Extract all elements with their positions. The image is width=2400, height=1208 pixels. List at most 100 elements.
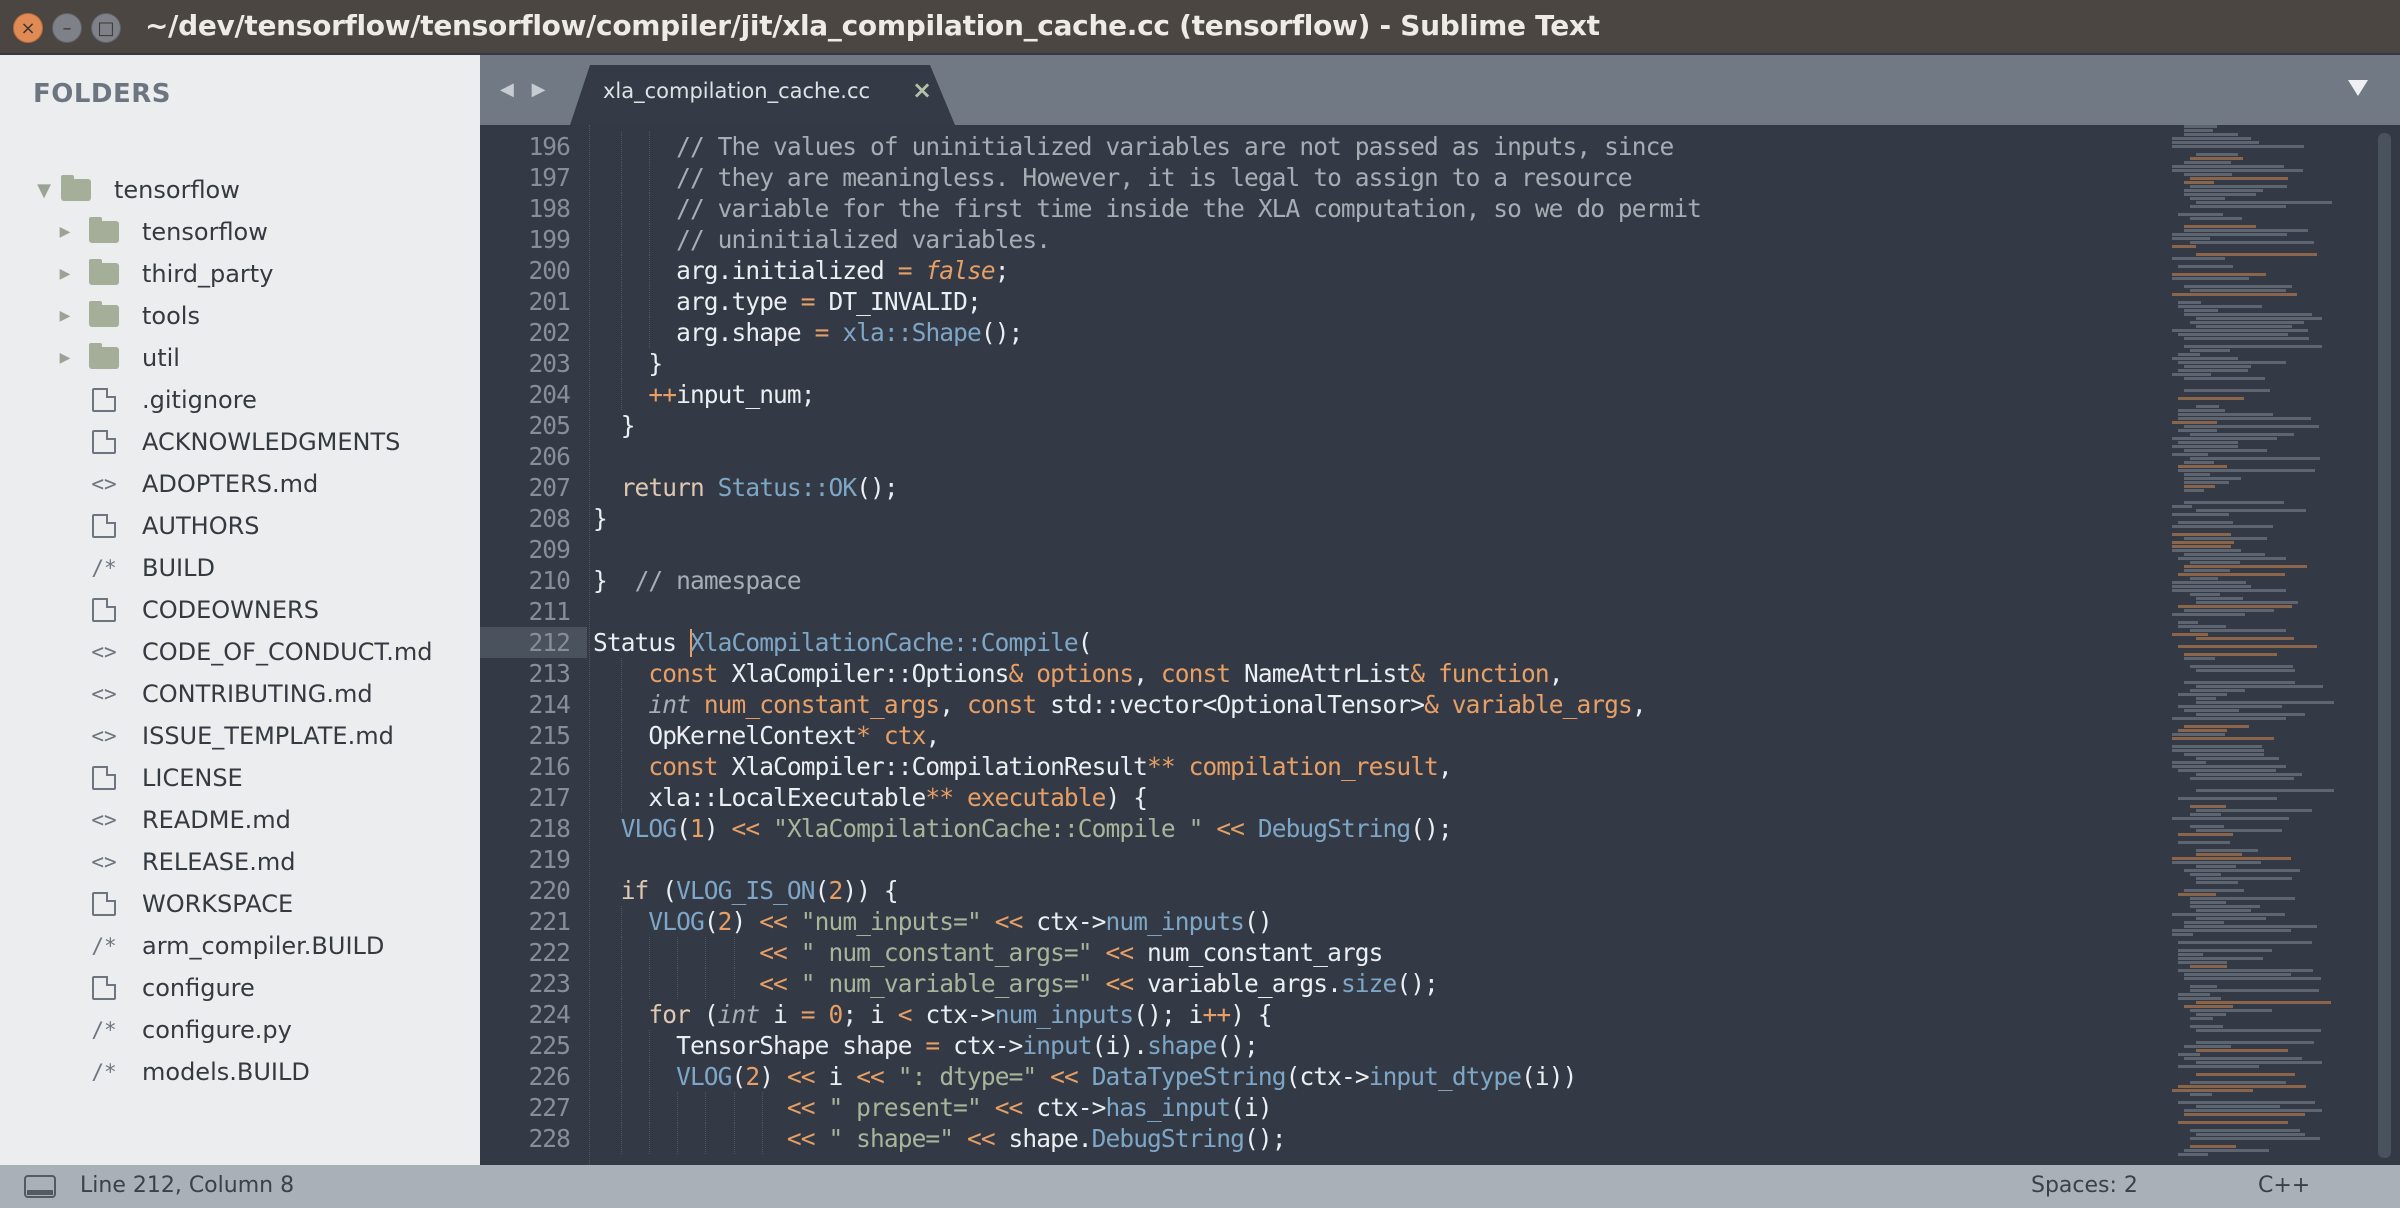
tree-item[interactable]: <> README.md — [86, 799, 291, 841]
code-line[interactable]: 208} — [480, 503, 2180, 534]
tree-item[interactable]: ▶ util — [58, 337, 180, 379]
minimap-line — [2190, 873, 2221, 876]
code-token: (ctx-> — [1285, 1062, 1370, 1091]
tree-root-tensorflow[interactable]: ▼ tensorflow — [30, 169, 240, 211]
code-line[interactable]: 222 << " num_constant_args=" << num_cons… — [480, 937, 2180, 968]
tree-item[interactable]: CODEOWNERS — [86, 589, 319, 631]
tree-item[interactable]: <> CONTRIBUTING.md — [86, 673, 372, 715]
indent-guide — [649, 224, 651, 255]
collapsed-arrow-icon[interactable]: ▶ — [58, 308, 72, 324]
code-line[interactable]: 214 int num_constant_args, const std::ve… — [480, 689, 2180, 720]
code-line[interactable]: 209 — [480, 534, 2180, 565]
minimap-line — [2178, 705, 2282, 708]
tree-item[interactable]: ▶ tensorflow — [58, 211, 268, 253]
code-line[interactable]: 199 // uninitialized variables. — [480, 224, 2180, 255]
code-line[interactable]: 224 for (int i = 0; i < ctx->num_inputs(… — [480, 999, 2180, 1030]
tab-nav-arrows-icon[interactable]: ◀ ▶ — [500, 79, 551, 100]
code-line[interactable]: 207 return Status::OK(); — [480, 472, 2180, 503]
minimap-line — [2190, 1017, 2213, 1020]
code-line[interactable]: 228 << " shape=" << shape.DebugString(); — [480, 1123, 2180, 1154]
code-token: , — [925, 721, 940, 750]
tree-item-label: tensorflow — [142, 218, 268, 246]
code-line[interactable]: 221 VLOG(2) << "num_inputs=" << ctx->num… — [480, 906, 2180, 937]
code-line[interactable]: 225 TensorShape shape = ctx->input(i).sh… — [480, 1030, 2180, 1061]
code-token: if — [620, 876, 650, 905]
code-text: arg.initialized = false; — [593, 255, 1009, 286]
minimap-line — [2178, 645, 2317, 648]
code-line[interactable]: 217 xla::LocalExecutable** executable) { — [480, 782, 2180, 813]
minimap[interactable] — [2160, 125, 2390, 1165]
code-token: arg.type — [676, 287, 801, 316]
code-token: << — [759, 938, 788, 967]
code-line[interactable]: 227 << " present=" << ctx->has_input(i) — [480, 1092, 2180, 1123]
panel-toggle-icon[interactable] — [24, 1175, 56, 1198]
window-maximize-button[interactable]: □ — [91, 13, 121, 43]
minimap-line — [2172, 613, 2245, 616]
tree-item[interactable]: AUTHORS — [86, 505, 260, 547]
minimap-line — [2190, 241, 2314, 244]
code-line[interactable]: 220 if (VLOG_IS_ON(2)) { — [480, 875, 2180, 906]
tree-item[interactable]: /* BUILD — [86, 547, 215, 589]
minimap-line — [2190, 1145, 2236, 1148]
code-line[interactable]: 215 OpKernelContext* ctx, — [480, 720, 2180, 751]
collapsed-arrow-icon[interactable]: ▶ — [58, 266, 72, 282]
collapsed-arrow-icon[interactable]: ▶ — [58, 350, 72, 366]
code-line[interactable]: 200 arg.initialized = false; — [480, 255, 2180, 286]
tree-item[interactable]: <> ADOPTERS.md — [86, 463, 318, 505]
tree-item[interactable]: configure — [86, 967, 255, 1009]
minimap-line — [2190, 665, 2293, 668]
code-line[interactable]: 206 — [480, 441, 2180, 472]
indent-guide — [621, 1092, 623, 1123]
tree-item[interactable]: ▶ third_party — [58, 253, 273, 295]
window-close-button[interactable]: × — [13, 13, 43, 43]
tree-item[interactable]: ▶ tools — [58, 295, 200, 337]
code-line[interactable]: 202 arg.shape = xla::Shape(); — [480, 317, 2180, 348]
tab-label[interactable]: xla_compilation_cache.cc — [603, 79, 870, 103]
code-line[interactable]: 205 } — [480, 410, 2180, 441]
window-minimize-button[interactable]: – — [52, 13, 82, 43]
code-line[interactable]: 203 } — [480, 348, 2180, 379]
tree-item[interactable]: <> CODE_OF_CONDUCT.md — [86, 631, 432, 673]
code-line[interactable]: 219 — [480, 844, 2180, 875]
tab-dropdown-icon[interactable] — [2348, 80, 2368, 96]
code-line[interactable]: 196 // The values of uninitialized varia… — [480, 131, 2180, 162]
code-token: num_inputs — [1105, 907, 1245, 936]
minimap-line — [2196, 789, 2334, 792]
indentation-setting[interactable]: Spaces: 2 — [2031, 1173, 2138, 1198]
code-line[interactable]: 204 ++input_num; — [480, 379, 2180, 410]
tree-item[interactable]: WORKSPACE — [86, 883, 293, 925]
minimap-line — [2196, 701, 2334, 704]
line-number: 203 — [528, 349, 570, 378]
code-line[interactable]: 218 VLOG(1) << "XlaCompilationCache::Com… — [480, 813, 2180, 844]
minimap-line — [2178, 1065, 2259, 1068]
tree-item[interactable]: <> RELEASE.md — [86, 841, 295, 883]
syntax-selector[interactable]: C++ — [2258, 1173, 2310, 1198]
code-token: shape — [1147, 1031, 1217, 1060]
code-line[interactable]: 211 — [480, 596, 2180, 627]
code-line[interactable]: 226 VLOG(2) << i << ": dtype=" << DataTy… — [480, 1061, 2180, 1092]
tab-close-icon[interactable]: × — [912, 76, 932, 104]
code-line[interactable]: 223 << " num_variable_args=" << variable… — [480, 968, 2180, 999]
expanded-arrow-icon[interactable]: ▼ — [30, 180, 58, 201]
tree-item[interactable]: ACKNOWLEDGMENTS — [86, 421, 400, 463]
tree-item[interactable]: /* models.BUILD — [86, 1051, 309, 1093]
tree-item[interactable]: /* arm_compiler.BUILD — [86, 925, 384, 967]
code-editor[interactable]: 196 // The values of uninitialized varia… — [480, 125, 2400, 1165]
code-line[interactable]: 216 const XlaCompiler::CompilationResult… — [480, 751, 2180, 782]
collapsed-arrow-icon[interactable]: ▶ — [58, 224, 72, 240]
code-line[interactable]: 210} // namespace — [480, 565, 2180, 596]
code-line[interactable]: 213 const XlaCompiler::Options& options,… — [480, 658, 2180, 689]
tree-item[interactable]: .gitignore — [86, 379, 257, 421]
code-line[interactable]: 201 arg.type = DT_INVALID; — [480, 286, 2180, 317]
tree-item[interactable]: /* configure.py — [86, 1009, 291, 1051]
code-line[interactable]: 197 // they are meaningless. However, it… — [480, 162, 2180, 193]
vertical-scrollbar[interactable] — [2378, 133, 2391, 1158]
code-token: (); — [1410, 814, 1452, 843]
tree-item[interactable]: LICENSE — [86, 757, 243, 799]
code-line[interactable]: 198 // variable for the first time insid… — [480, 193, 2180, 224]
maximize-icon: □ — [97, 17, 115, 39]
code-line[interactable]: 212 Status XlaCompilationCache::Compile( — [480, 627, 2180, 658]
tree-item[interactable]: <> ISSUE_TEMPLATE.md — [86, 715, 393, 757]
